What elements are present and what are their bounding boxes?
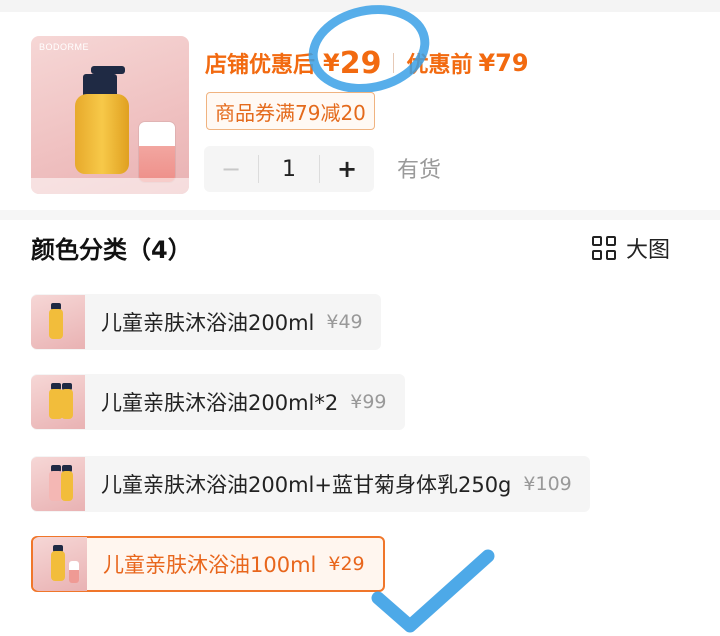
- grid-icon: [592, 236, 616, 260]
- variant-thumbnail: [31, 375, 85, 429]
- large-image-toggle[interactable]: 大图: [592, 232, 670, 264]
- coupon-tag[interactable]: 商品券满79减20: [206, 92, 375, 130]
- section-title: 颜色分类（4）: [31, 236, 192, 264]
- brand-logo: BODORME: [39, 42, 90, 52]
- variant-name: 儿童亲肤沐浴油200ml*2: [101, 391, 339, 415]
- variant-name: 儿童亲肤沐浴油200ml+蓝甘菊身体乳250g: [101, 473, 512, 497]
- variant-option-2[interactable]: 儿童亲肤沐浴油200ml*2 ¥99: [31, 374, 405, 430]
- large-image-label: 大图: [626, 238, 671, 263]
- variant-name: 儿童亲肤沐浴油100ml: [103, 553, 317, 577]
- variant-price: ¥99: [350, 391, 387, 413]
- variant-name: 儿童亲肤沐浴油200ml: [101, 311, 315, 335]
- variant-thumbnail: [33, 537, 87, 591]
- variant-option-4-selected[interactable]: 儿童亲肤沐浴油100ml ¥29: [31, 536, 385, 592]
- variant-price: ¥109: [523, 473, 572, 495]
- lotion-tube-image: [139, 122, 175, 182]
- bottle-image: [75, 94, 129, 174]
- quantity-stepper[interactable]: − 1 +: [204, 146, 374, 192]
- variant-thumbnail: [31, 457, 85, 511]
- variant-price: ¥29: [328, 553, 365, 575]
- variant-thumbnail: [31, 295, 85, 349]
- variant-option-3[interactable]: 儿童亲肤沐浴油200ml+蓝甘菊身体乳250g ¥109: [31, 456, 590, 512]
- decrement-button[interactable]: −: [204, 146, 258, 192]
- variant-option-1[interactable]: 儿童亲肤沐浴油200ml ¥49: [31, 294, 381, 350]
- pre-price: ¥79: [478, 49, 529, 77]
- hand-drawn-circle-annotation: [300, 0, 438, 104]
- section-divider: [0, 210, 720, 220]
- quantity-value[interactable]: 1: [258, 155, 320, 183]
- hand-drawn-check-annotation: [371, 549, 495, 633]
- product-thumbnail[interactable]: BODORME: [31, 36, 189, 194]
- increment-button[interactable]: +: [320, 146, 374, 192]
- stock-status: 有货: [397, 158, 442, 183]
- variant-price: ¥49: [326, 311, 363, 333]
- store-price-label: 店铺优惠后: [205, 53, 316, 78]
